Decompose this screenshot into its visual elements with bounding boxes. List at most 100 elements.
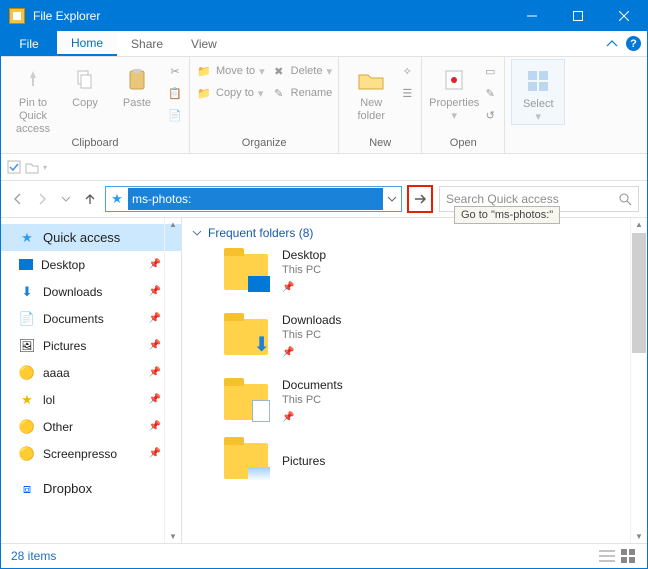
close-button[interactable] <box>601 1 647 31</box>
delete-button[interactable]: ✖Delete▾ <box>271 63 333 79</box>
sidebar-item-downloads[interactable]: ⬇Downloads📌 <box>1 278 181 305</box>
sidebar-item-documents[interactable]: 📄Documents📌 <box>1 305 181 332</box>
pin-quick-access-button[interactable]: Pin to Quickaccess <box>7 59 59 136</box>
address-input[interactable] <box>128 188 383 210</box>
properties-icon <box>443 68 465 92</box>
ribbon-group-select: Select▾ <box>505 57 571 153</box>
history-button[interactable]: ↺ <box>482 107 498 123</box>
paste-button[interactable]: Paste <box>111 59 163 110</box>
address-bar[interactable]: ★ <box>105 186 402 212</box>
content-pane[interactable]: Frequent folders (8) DesktopThis PC📌 ⬇ D… <box>182 218 647 543</box>
sidebar-item-desktop[interactable]: Desktop📌 <box>1 251 181 278</box>
pin-icon: 📌 <box>149 367 161 378</box>
edit-icon: ✎ <box>482 85 498 101</box>
copy-button[interactable]: Copy <box>59 59 111 110</box>
chevron-down-icon <box>387 194 397 204</box>
section-frequent-folders[interactable]: Frequent folders (8) <box>182 218 647 244</box>
new-folder-button[interactable]: Newfolder <box>345 59 397 123</box>
tiles-view-button[interactable] <box>621 549 637 563</box>
easy-access-icon: ☰ <box>399 85 415 101</box>
pin-icon: 📌 <box>149 421 161 432</box>
scissors-icon: ✂ <box>167 63 183 79</box>
cut-button[interactable]: ✂ <box>167 63 183 79</box>
tile-desktop[interactable]: DesktopThis PC📌 <box>224 248 647 295</box>
sidebar-item-other[interactable]: 🟡Other📌 <box>1 413 181 440</box>
pictures-icon: 🖼 <box>19 338 35 354</box>
window-title: File Explorer <box>33 9 100 23</box>
paste-shortcut-button[interactable]: 📄 <box>167 107 183 123</box>
copy-to-button[interactable]: 📁Copy to▾ <box>196 85 265 101</box>
move-to-button[interactable]: 📁Move to▾ <box>196 63 265 79</box>
qat-folder-icon[interactable] <box>25 160 39 174</box>
nav-pane[interactable]: ★Quick access Desktop📌 ⬇Downloads📌 📄Docu… <box>1 218 182 543</box>
tile-list: DesktopThis PC📌 ⬇ DownloadsThis PC📌 Docu… <box>182 244 647 479</box>
back-button[interactable] <box>9 190 27 208</box>
new-item-icon: ✧ <box>399 63 415 79</box>
go-button[interactable] <box>407 185 433 213</box>
scrollbar-thumb[interactable] <box>632 233 646 353</box>
ribbon-group-open: Properties▾ ▭ ✎ ↺ Open <box>422 57 505 153</box>
folder-icon: 🟡 <box>19 419 35 435</box>
folder-icon: 🟡 <box>19 365 35 381</box>
documents-icon: 📄 <box>19 311 35 327</box>
copy-path-icon: 📋 <box>167 85 183 101</box>
tab-share[interactable]: Share <box>117 31 177 56</box>
tile-documents[interactable]: DocumentsThis PC📌 <box>224 378 647 425</box>
new-item-button[interactable]: ✧ <box>399 63 415 79</box>
copy-icon <box>74 69 96 91</box>
chevron-down-icon <box>61 194 71 204</box>
details-view-button[interactable] <box>599 549 615 563</box>
ribbon-tabs: File Home Share View ? <box>1 31 647 57</box>
minimize-button[interactable] <box>509 1 555 31</box>
file-menu[interactable]: File <box>1 31 57 56</box>
search-icon <box>619 193 632 206</box>
open-button[interactable]: ▭ <box>482 63 498 79</box>
maximize-icon <box>573 11 583 21</box>
close-icon <box>619 11 629 21</box>
sidebar-item-pictures[interactable]: 🖼Pictures📌 <box>1 332 181 359</box>
sidebar-scrollbar[interactable]: ▲▼ <box>164 218 181 543</box>
copy-to-icon: 📁 <box>196 85 212 101</box>
sidebar-item-lol[interactable]: ★lol📌 <box>1 386 181 413</box>
qat-checkbox-icon[interactable] <box>7 160 21 174</box>
forward-button[interactable] <box>33 190 51 208</box>
minimize-ribbon-icon[interactable] <box>606 38 618 50</box>
sidebar-item-aaaa[interactable]: 🟡aaaa📌 <box>1 359 181 386</box>
ribbon: Pin to Quickaccess Copy Paste ✂ 📋 📄 Clip… <box>1 57 647 154</box>
rename-icon: ✎ <box>271 85 287 101</box>
properties-button[interactable]: Properties▾ <box>428 59 480 123</box>
up-button[interactable] <box>81 190 99 208</box>
content-scrollbar[interactable]: ▲▼ <box>630 218 647 543</box>
delete-icon: ✖ <box>271 63 287 79</box>
sidebar-dropbox[interactable]: ⧈Dropbox <box>1 475 181 502</box>
edit-button[interactable]: ✎ <box>482 85 498 101</box>
star-icon: ★ <box>19 392 35 408</box>
select-button[interactable]: Select▾ <box>511 59 565 125</box>
pin-icon <box>21 68 45 92</box>
maximize-button[interactable] <box>555 1 601 31</box>
panes: ★Quick access Desktop📌 ⬇Downloads📌 📄Docu… <box>1 217 647 543</box>
pin-icon: 📌 <box>149 394 161 405</box>
address-dropdown[interactable] <box>383 194 401 204</box>
sidebar-item-screenpresso[interactable]: 🟡Screenpresso📌 <box>1 440 181 467</box>
tab-view[interactable]: View <box>177 31 231 56</box>
recent-locations-button[interactable] <box>57 190 75 208</box>
help-button[interactable]: ? <box>626 36 641 51</box>
tab-home[interactable]: Home <box>57 31 117 56</box>
paste-icon <box>127 68 147 92</box>
ribbon-group-new: Newfolder ✧ ☰ New <box>339 57 422 153</box>
pin-icon: 📌 <box>149 340 161 351</box>
folder-icon: 🟡 <box>19 446 35 462</box>
pin-icon: 📌 <box>149 259 161 270</box>
copy-path-button[interactable]: 📋 <box>167 85 183 101</box>
rename-button[interactable]: ✎Rename <box>271 85 333 101</box>
sidebar-quick-access[interactable]: ★Quick access <box>1 224 181 251</box>
star-icon: ★ <box>19 230 35 246</box>
tile-downloads[interactable]: ⬇ DownloadsThis PC📌 <box>224 313 647 360</box>
tile-pictures[interactable]: Pictures <box>224 443 647 479</box>
app-icon <box>9 8 25 24</box>
dropbox-icon: ⧈ <box>19 481 35 497</box>
easy-access-button[interactable]: ☰ <box>399 85 415 101</box>
quick-access-star-icon: ★ <box>106 191 128 207</box>
status-bar: 28 items <box>1 543 647 568</box>
